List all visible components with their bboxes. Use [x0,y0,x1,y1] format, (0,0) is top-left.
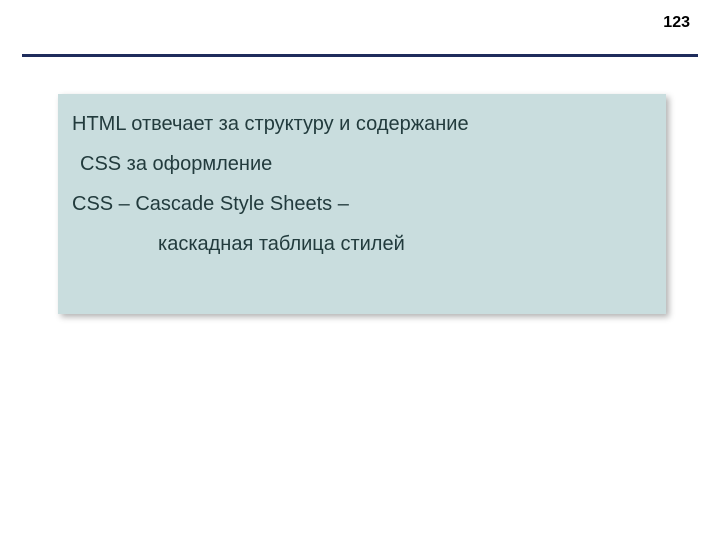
page-number: 123 [663,14,690,32]
content-line-1: HTML отвечает за структуру и содержание [72,110,652,138]
content-line-3: CSS – Cascade Style Sheets – [72,190,652,218]
content-line-2: CSS за оформление [72,150,652,178]
header-divider [22,54,698,57]
content-line-4: каскадная таблица стилей [72,230,652,258]
content-panel: HTML отвечает за структуру и содержание … [58,94,666,314]
